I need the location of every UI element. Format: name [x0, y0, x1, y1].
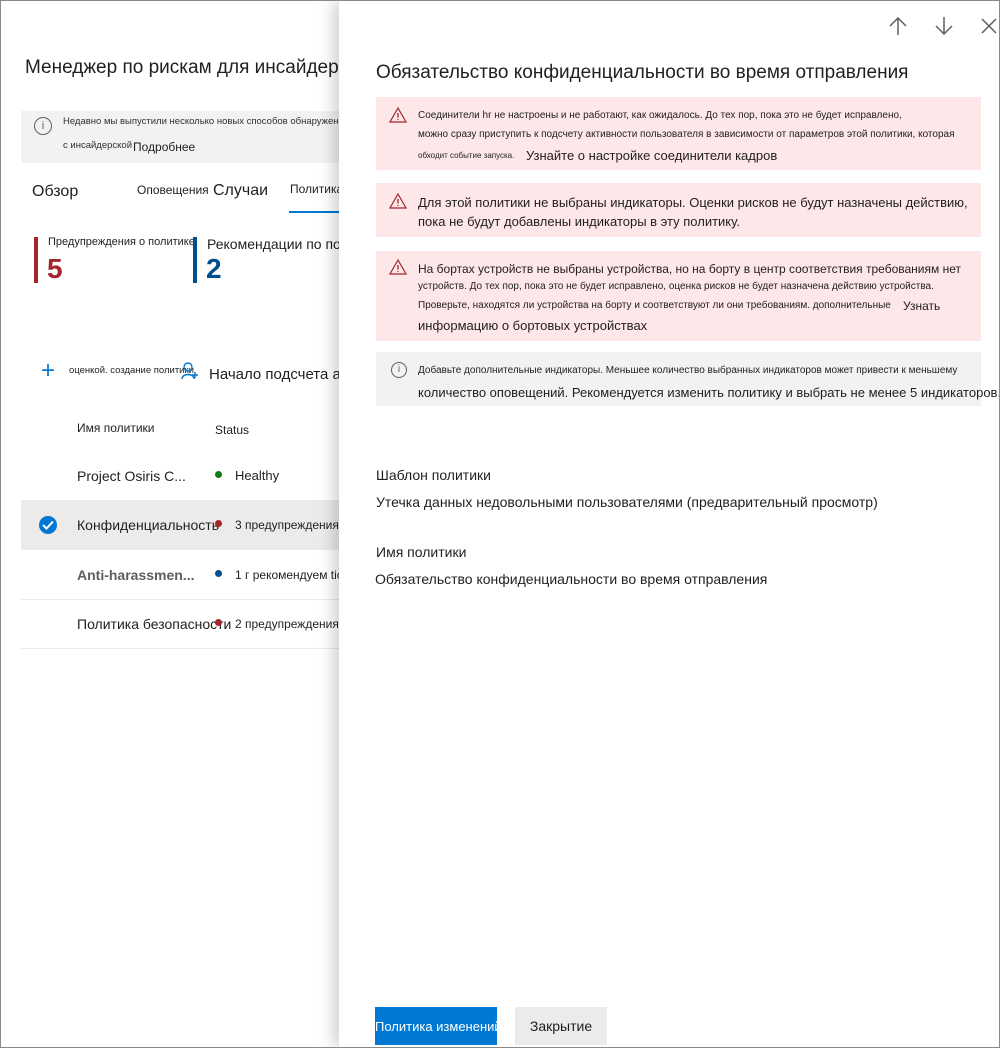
- policy-template-value: Утечка данных недовольными пользователям…: [376, 494, 878, 510]
- policy-details-panel: Обязательство конфиденциальности во врем…: [339, 1, 999, 1047]
- devices-warning: На бортах устройств не выбраны устройств…: [376, 251, 981, 341]
- alert-text: обходит событие запуска.: [418, 151, 515, 160]
- tab-cases[interactable]: Случаи: [213, 182, 268, 200]
- panel-title: Обязательство конфиденциальности во врем…: [376, 62, 909, 83]
- close-button[interactable]: Закрытие: [515, 1007, 607, 1045]
- edit-policy-button[interactable]: Политика изменений: [375, 1007, 497, 1045]
- recommendations-metric-bar: [193, 237, 197, 283]
- alert-text: количество оповещений. Рекомендуется изм…: [418, 385, 1000, 400]
- active-tab-indicator: [289, 211, 339, 213]
- alert-text: Добавьте дополнительные индикаторы. Мень…: [418, 365, 958, 376]
- info-banner: i Недавно мы выпустили несколько новых с…: [21, 111, 433, 163]
- warnings-metric-label: Предупреждения о политике: [48, 236, 195, 248]
- arrow-up-icon[interactable]: [887, 15, 909, 37]
- tab-overview[interactable]: Обзор: [32, 183, 78, 201]
- arrow-down-icon[interactable]: [933, 15, 955, 37]
- warnings-metric-bar: [34, 237, 38, 283]
- person-add-icon: [181, 362, 198, 380]
- policy-name-value: Обязательство конфиденциальности во врем…: [375, 571, 768, 587]
- learn-more-link[interactable]: Узнать: [903, 299, 940, 313]
- alert-text: Соединители hr не настроены и не работаю…: [418, 110, 902, 121]
- window: Менеджер по рискам для инсайдеров i Неда…: [0, 0, 1000, 1048]
- warning-icon: [389, 193, 407, 209]
- insider-risk-page: Менеджер по рискам для инсайдеров i Неда…: [1, 1, 433, 1047]
- create-policy-button[interactable]: + оценкой. создание политики: [41, 357, 194, 385]
- app-title: Менеджер по рискам для инсайдеров: [25, 57, 360, 78]
- create-policy-label: оценкой. создание политики: [69, 365, 194, 376]
- hr-connector-setup-link[interactable]: Узнайте о настройке соединители кадров: [526, 148, 777, 163]
- info-banner-line2: с инсайдерской: [63, 140, 132, 151]
- policy-template-label: Шаблон политики: [376, 467, 491, 483]
- alert-text: можно сразу приступить к подсчету активн…: [418, 129, 955, 140]
- close-icon[interactable]: [978, 15, 1000, 37]
- onboarded-devices-link[interactable]: информацию о бортовых устройствах: [418, 318, 647, 333]
- info-icon: i: [34, 117, 52, 135]
- warnings-metric-value: 5: [47, 253, 63, 284]
- alert-text: На бортах устройств не выбраны устройств…: [418, 262, 961, 276]
- policy-name-label: Имя политики: [376, 544, 467, 560]
- info-icon: i: [391, 362, 407, 378]
- alert-text: пока не будут добавлены индикаторы в эту…: [418, 214, 740, 229]
- alert-text: Проверьте, находятся ли устройства на бо…: [418, 300, 891, 311]
- tab-policies[interactable]: Политика: [290, 182, 343, 196]
- plus-icon: +: [41, 357, 56, 384]
- tab-alerts[interactable]: Оповещения: [137, 183, 209, 197]
- alert-text: устройств. До тех пор, пока это не будет…: [418, 281, 934, 292]
- hr-connector-warning: Соединители hr не настроены и не работаю…: [376, 97, 981, 170]
- recommendations-metric-value: 2: [206, 253, 222, 284]
- no-indicators-warning: Для этой политики не выбраны индикаторы.…: [376, 183, 981, 237]
- learn-more-link[interactable]: Подробнее: [133, 140, 195, 154]
- alert-text: Для этой политики не выбраны индикаторы.…: [418, 195, 968, 210]
- warning-icon: [389, 259, 407, 275]
- warning-icon: [389, 107, 407, 123]
- indicators-info: i Добавьте дополнительные индикаторы. Ме…: [376, 352, 999, 406]
